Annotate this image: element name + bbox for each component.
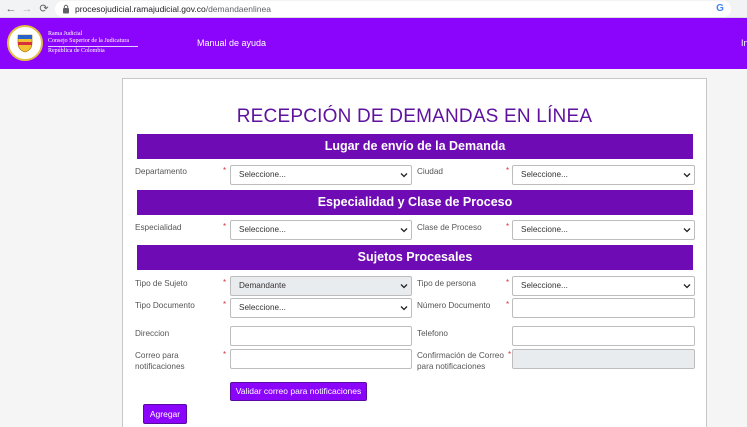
label-confirmacion-correo: Confirmación de Correo para notificacion…	[417, 350, 504, 372]
chevron-down-icon	[683, 173, 691, 178]
validar-correo-button[interactable]: Validar correo para notificaciones	[230, 382, 367, 401]
required-mark: *	[506, 166, 510, 175]
label-tipo-documento: Tipo Documento	[135, 301, 195, 310]
input-confirmacion-correo[interactable]	[512, 349, 695, 369]
required-mark: *	[506, 300, 510, 309]
required-mark: *	[223, 350, 227, 359]
label-correo-line2: notificaciones	[135, 362, 185, 371]
input-correo-notificaciones[interactable]	[230, 349, 412, 369]
page-title: RECEPCIÓN DE DEMANDAS EN LÍNEA	[236, 106, 593, 127]
select-ciudad-value: Seleccione...	[521, 170, 568, 179]
chevron-down-icon	[400, 228, 408, 233]
chevron-down-icon	[400, 284, 408, 289]
label-confirmacion-line2: para notificaciones	[417, 362, 486, 371]
chevron-down-icon	[400, 173, 408, 178]
select-especialidad-value: Seleccione...	[239, 225, 286, 234]
required-mark: *	[223, 166, 227, 175]
menu-truncated-item[interactable]: In	[741, 37, 747, 49]
form-card: RECEPCIÓN DE DEMANDAS EN LÍNEA Lugar de …	[122, 78, 707, 427]
chevron-down-icon	[683, 284, 691, 289]
label-numero-documento: Número Documento	[417, 301, 491, 310]
browser-toolbar: ← → ⟳ procesojudicial.ramajudicial.gov.c…	[0, 0, 747, 18]
colombia-seal-logo[interactable]	[7, 25, 43, 61]
required-mark: *	[506, 222, 510, 231]
select-clase-proceso-value: Seleccione...	[521, 225, 568, 234]
label-departamento: Departamento	[135, 167, 187, 176]
section-especialidad-clase: Especialidad y Clase de Proceso	[137, 190, 693, 215]
lock-icon[interactable]	[62, 4, 70, 14]
brand-line-2: Consejo Superior de la Judicatura	[48, 38, 129, 44]
agregar-button[interactable]: Agregar	[143, 404, 187, 424]
site-header: Rama Judicial Consejo Superior de la Jud…	[0, 18, 747, 69]
label-tipo-persona: Tipo de persona	[417, 279, 476, 288]
section-lugar-envio: Lugar de envío de la Demanda	[137, 134, 693, 159]
chevron-down-icon	[400, 306, 408, 311]
select-especialidad[interactable]: Seleccione...	[230, 220, 412, 240]
chevron-down-icon	[683, 228, 691, 233]
brand-line-1: Rama Judicial	[48, 31, 83, 37]
label-clase-proceso: Clase de Proceso	[417, 223, 482, 232]
select-departamento-value: Seleccione...	[239, 170, 286, 179]
label-especialidad: Especialidad	[135, 223, 182, 232]
select-clase-proceso[interactable]: Seleccione...	[512, 220, 695, 240]
input-numero-documento[interactable]	[512, 298, 695, 318]
label-tipo-sujeto: Tipo de Sujeto	[135, 279, 188, 288]
required-mark: *	[223, 300, 227, 309]
required-mark: *	[506, 278, 510, 287]
brand-line-3: República de Colombia	[48, 48, 105, 54]
brand-text: Rama Judicial Consejo Superior de la Jud…	[48, 31, 138, 55]
label-telefono: Telefono	[417, 329, 448, 338]
label-direccion: Direccion	[135, 329, 170, 338]
required-mark: *	[223, 278, 227, 287]
google-icon[interactable]: G	[714, 3, 726, 15]
address-bar[interactable]: procesojudicial.ramajudicial.gov.co/dema…	[55, 1, 731, 17]
select-tipo-sujeto[interactable]: Demandante	[230, 276, 412, 296]
select-tipo-sujeto-value: Demandante	[239, 281, 286, 290]
reload-icon[interactable]: ⟳	[37, 2, 51, 16]
menu-manual-de-ayuda[interactable]: Manual de ayuda	[197, 37, 266, 49]
select-ciudad[interactable]: Seleccione...	[512, 165, 695, 185]
select-tipo-documento[interactable]: Seleccione...	[230, 298, 412, 318]
required-mark: *	[508, 350, 512, 359]
required-mark: *	[223, 222, 227, 231]
label-correo-line1: Correo para	[135, 351, 179, 360]
label-correo: Correo para notificaciones	[135, 350, 185, 372]
coat-of-arms-icon	[17, 34, 33, 53]
label-confirmacion-line1: Confirmación de Correo	[417, 351, 504, 360]
arrow-left-icon[interactable]: ←	[4, 2, 18, 16]
arrow-right-icon[interactable]: →	[20, 2, 34, 16]
label-ciudad: Ciudad	[417, 167, 443, 176]
select-tipo-documento-value: Seleccione...	[239, 303, 286, 312]
select-tipo-persona-value: Seleccione...	[521, 281, 568, 290]
select-tipo-persona[interactable]: Seleccione...	[512, 276, 695, 296]
input-direccion[interactable]	[230, 326, 412, 346]
section-sujetos-procesales: Sujetos Procesales	[137, 245, 693, 270]
input-telefono[interactable]	[512, 326, 695, 346]
brand-divider	[48, 46, 138, 47]
url-text: procesojudicial.ramajudicial.gov.co/dema…	[75, 4, 271, 14]
select-departamento[interactable]: Seleccione...	[230, 165, 412, 185]
